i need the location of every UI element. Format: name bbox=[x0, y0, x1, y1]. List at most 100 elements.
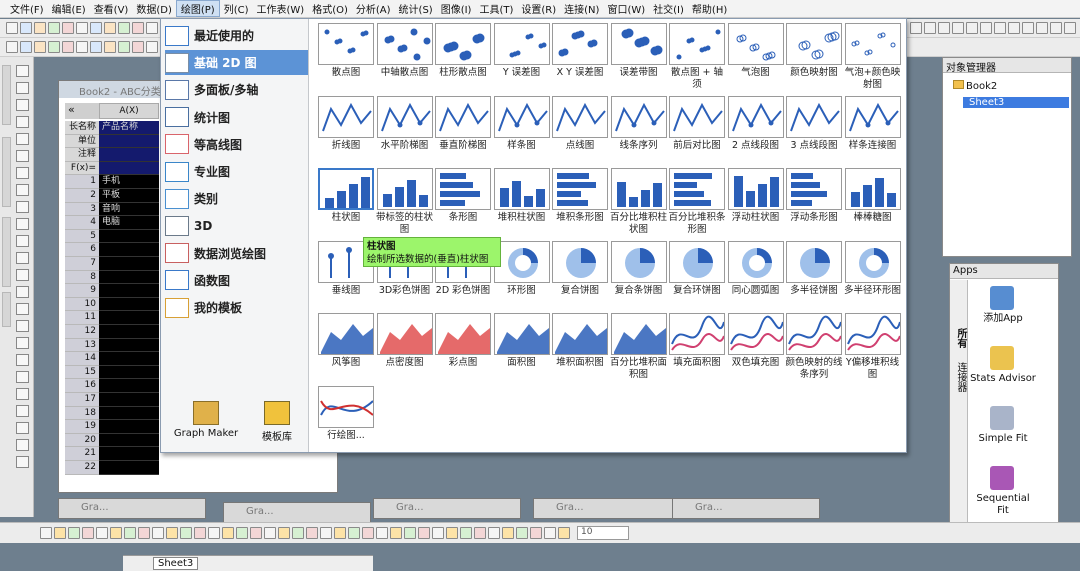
zoom-field[interactable]: 10 bbox=[577, 526, 629, 540]
toolbar-icon[interactable] bbox=[348, 527, 360, 539]
row-number[interactable]: 20 bbox=[65, 433, 99, 448]
toolbar-icon[interactable] bbox=[62, 22, 74, 34]
graph-type-label[interactable]: 2 点线段图 bbox=[726, 140, 786, 152]
object-manager-panel[interactable]: 对象管理器 Book2 Sheet3 bbox=[942, 57, 1072, 257]
menu-item[interactable]: 格式(O) bbox=[308, 1, 352, 16]
toolbar-icon[interactable] bbox=[376, 527, 388, 539]
app-label[interactable]: 添加App bbox=[970, 313, 1036, 325]
table-cell[interactable] bbox=[99, 379, 159, 393]
graph-type-label[interactable]: 垂直阶梯图 bbox=[433, 140, 493, 152]
table-cell[interactable]: 手机 bbox=[99, 175, 159, 189]
toolbar-icon[interactable] bbox=[48, 22, 60, 34]
toolbar-icon[interactable] bbox=[278, 527, 290, 539]
graph-type-tile[interactable] bbox=[435, 23, 491, 65]
graph-type-label[interactable]: 柱状图 bbox=[316, 212, 376, 224]
tool-icon[interactable] bbox=[16, 150, 29, 162]
menu-item[interactable]: 社交(I) bbox=[649, 1, 688, 16]
graph-type-tile[interactable] bbox=[727, 23, 784, 65]
toolbar-icon[interactable] bbox=[1022, 22, 1034, 34]
toolbar-icon[interactable] bbox=[118, 22, 130, 34]
graph-type-label[interactable]: 带标签的柱状图 bbox=[375, 212, 435, 236]
graph-type-label[interactable]: 点密度图 bbox=[375, 357, 435, 369]
graph-type-tile[interactable] bbox=[435, 168, 491, 210]
table-cell[interactable] bbox=[99, 284, 159, 298]
category-item[interactable]: 等高线图 bbox=[165, 132, 308, 157]
apps-panel[interactable]: Apps 所有 连接器 添加App Stats Advisor Simple Fit… bbox=[949, 263, 1059, 525]
graph-type-tile[interactable] bbox=[435, 313, 491, 355]
docked-tab[interactable] bbox=[2, 217, 11, 287]
app-label[interactable]: Stats Advisor bbox=[970, 373, 1036, 385]
graph-type-tile[interactable] bbox=[610, 240, 667, 283]
table-cell[interactable] bbox=[99, 297, 159, 312]
graph-type-tile[interactable] bbox=[318, 385, 374, 428]
tool-icon[interactable] bbox=[16, 184, 29, 196]
toolbar-icon[interactable] bbox=[1064, 22, 1076, 34]
tool-icon[interactable] bbox=[16, 456, 29, 468]
graph-type-label[interactable]: 同心圆弧图 bbox=[726, 285, 786, 297]
docked-tab[interactable] bbox=[2, 292, 11, 327]
graph-type-tile[interactable] bbox=[376, 23, 433, 65]
category-item[interactable]: 我的模板 bbox=[165, 295, 308, 320]
graph-type-label[interactable]: 堆积柱状图 bbox=[492, 212, 552, 224]
toolbar-icon[interactable] bbox=[250, 527, 262, 539]
menu-item[interactable]: 查看(V) bbox=[90, 1, 133, 16]
graph-type-tile[interactable] bbox=[435, 95, 491, 138]
graph-type-label[interactable]: 气泡+颜色映射图 bbox=[843, 67, 903, 91]
tab-connectors[interactable]: 连接器 bbox=[953, 362, 968, 392]
graph-type-tile[interactable] bbox=[610, 168, 667, 210]
table-cell[interactable]: 电脑 bbox=[99, 216, 159, 230]
graph-type-label[interactable]: 浮动条形图 bbox=[784, 212, 844, 224]
app-icon[interactable] bbox=[990, 406, 1014, 430]
table-cell[interactable] bbox=[99, 406, 159, 421]
row-number[interactable]: 7 bbox=[65, 257, 99, 271]
graph-type-label[interactable]: 堆积条形图 bbox=[550, 212, 610, 224]
toolbar-icon[interactable] bbox=[966, 22, 978, 34]
graph-type-tile[interactable] bbox=[786, 313, 842, 355]
sheet-tab-bar[interactable]: Sheet3 bbox=[123, 555, 373, 571]
row-number[interactable]: 5 bbox=[65, 229, 99, 244]
tool-icon[interactable] bbox=[16, 65, 29, 77]
tool-icon[interactable] bbox=[16, 439, 29, 451]
graph-type-label[interactable]: 面积图 bbox=[492, 357, 552, 369]
graph-type-label[interactable]: 环形图 bbox=[492, 285, 552, 297]
toolbar-icon[interactable] bbox=[62, 41, 74, 53]
graph-type-tile[interactable] bbox=[669, 168, 725, 210]
menu-item[interactable]: 分析(A) bbox=[352, 1, 395, 16]
row-number[interactable]: 15 bbox=[65, 365, 99, 380]
toolbar-icon[interactable] bbox=[530, 527, 542, 539]
toolbar-icon[interactable] bbox=[516, 527, 528, 539]
graph-type-tile[interactable] bbox=[493, 168, 550, 210]
toolbar-icon[interactable] bbox=[1008, 22, 1020, 34]
toolbar-icon[interactable] bbox=[994, 22, 1006, 34]
sheet-tab[interactable]: Sheet3 bbox=[153, 557, 199, 570]
toolbar-icon[interactable] bbox=[138, 527, 150, 539]
graph-type-tile[interactable] bbox=[669, 23, 725, 65]
category-item[interactable]: 最近使用的 bbox=[165, 23, 308, 48]
graph-type-tile[interactable] bbox=[786, 23, 842, 65]
toolbar-icon[interactable] bbox=[446, 527, 458, 539]
app-label[interactable]: Simple Fit bbox=[970, 433, 1036, 445]
menu-item[interactable]: 图像(I) bbox=[437, 1, 476, 16]
toolbar-icon[interactable] bbox=[90, 22, 102, 34]
toolbar-icon[interactable] bbox=[132, 22, 144, 34]
toolbar-icon[interactable] bbox=[544, 527, 556, 539]
toolbar-icon[interactable] bbox=[48, 41, 60, 53]
toolbar-icon[interactable] bbox=[20, 41, 32, 53]
menu-item[interactable]: 窗口(W) bbox=[603, 1, 649, 16]
category-item[interactable]: 数据浏览绘图 bbox=[165, 241, 308, 266]
tool-icon[interactable] bbox=[16, 116, 29, 128]
tool-icon[interactable] bbox=[16, 422, 29, 434]
graph-type-label[interactable]: 折线图 bbox=[316, 140, 376, 152]
graph-maker-button[interactable]: Graph Maker bbox=[171, 401, 241, 439]
graph-type-label[interactable]: 样条图 bbox=[492, 140, 552, 152]
table-cell[interactable] bbox=[99, 257, 159, 271]
app-icon[interactable] bbox=[990, 346, 1014, 370]
graph-type-tile[interactable] bbox=[610, 23, 667, 65]
graph-type-label[interactable]: 填充面积图 bbox=[667, 357, 727, 369]
toolbar-icon[interactable] bbox=[502, 527, 514, 539]
header-cell[interactable] bbox=[99, 161, 159, 176]
toolbar-icon[interactable] bbox=[124, 527, 136, 539]
toolbar-icon[interactable] bbox=[68, 527, 80, 539]
graph-type-label[interactable]: 线条序列 bbox=[609, 140, 669, 152]
toolbar-icon[interactable] bbox=[390, 527, 402, 539]
